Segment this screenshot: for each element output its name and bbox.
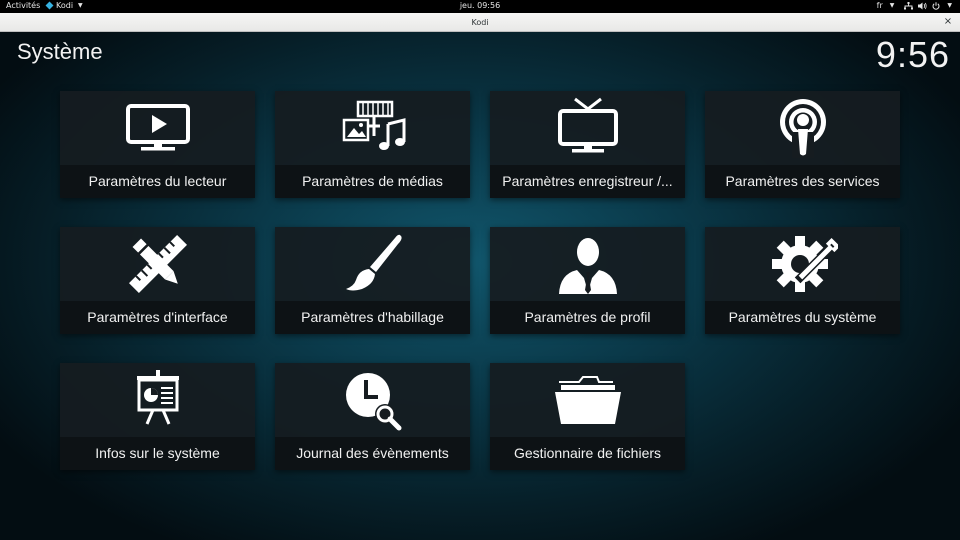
- window-titlebar[interactable]: Kodi ×: [0, 13, 960, 32]
- chevron-down-icon: ▼: [889, 2, 895, 9]
- tile-file-manager[interactable]: Gestionnaire de fichiers: [490, 363, 685, 470]
- window-title: Kodi: [471, 18, 489, 27]
- tile-label: Gestionnaire de fichiers: [490, 437, 685, 470]
- tile-recorder-settings[interactable]: Paramètres enregistreur /...: [490, 91, 685, 198]
- tile-label: Paramètres du système: [705, 301, 900, 334]
- folder-icon: [554, 376, 621, 424]
- tile-system-info[interactable]: Infos sur le système: [60, 363, 255, 470]
- page-title: Système: [17, 39, 103, 64]
- activities-button[interactable]: Activités: [6, 1, 40, 10]
- language-label: fr: [876, 1, 883, 10]
- tile-system-settings[interactable]: Paramètres du système: [705, 227, 900, 334]
- volume-icon: [918, 2, 927, 9]
- tile-label: Paramètres de médias: [275, 165, 470, 198]
- chevron-down-icon: ▼: [947, 2, 952, 9]
- gear-wrench-icon: [771, 236, 838, 292]
- media-icon: [342, 100, 405, 150]
- network-icon: [904, 1, 914, 9]
- tv-play-icon: [125, 104, 190, 151]
- tile-player-settings[interactable]: Paramètres du lecteur: [60, 91, 255, 198]
- tile-event-log[interactable]: Journal des évènements: [275, 363, 470, 470]
- tile-label: Paramètres d'interface: [60, 301, 255, 334]
- tile-interface-settings[interactable]: Paramètres d'interface: [60, 227, 255, 334]
- top-bar: Activités Kodi ▼ jeu. 09:56 fr ▼ ▼: [0, 0, 960, 13]
- pencil-ruler-icon: [128, 235, 187, 293]
- tile-label: Infos sur le système: [60, 437, 255, 470]
- power-icon: [932, 1, 940, 10]
- presentation-icon: [136, 370, 179, 425]
- kodi-icon: [45, 1, 54, 10]
- tile-label: Paramètres enregistreur /...: [490, 165, 685, 198]
- chevron-down-icon: ▼: [78, 2, 83, 9]
- tile-profile-settings[interactable]: Paramètres de profil: [490, 227, 685, 334]
- tile-service-settings[interactable]: Paramètres des services: [705, 91, 900, 198]
- app-menu-label: Kodi: [56, 1, 74, 10]
- tile-label: Journal des évènements: [275, 437, 470, 470]
- paintbrush-icon: [345, 234, 402, 291]
- tile-label: Paramètres d'habillage: [275, 301, 470, 334]
- tv-antenna-icon: [557, 97, 618, 153]
- kodi-clock: 9:56: [875, 34, 950, 75]
- tile-media-settings[interactable]: Paramètres de médias: [275, 91, 470, 198]
- clock-search-icon: [345, 373, 401, 431]
- language-menu[interactable]: fr ▼: [877, 1, 895, 10]
- tile-label: Paramètres du lecteur: [60, 165, 255, 198]
- tile-label: Paramètres de profil: [490, 301, 685, 334]
- close-window-button[interactable]: ×: [942, 16, 954, 28]
- tile-skin-settings[interactable]: Paramètres d'habillage: [275, 227, 470, 334]
- status-menu[interactable]: ▼: [904, 1, 952, 10]
- user-icon: [558, 238, 617, 294]
- kodi-main: Système 9:56 Paramètres du lecteur Param…: [0, 32, 960, 540]
- system-clock[interactable]: jeu. 09:56: [460, 1, 500, 10]
- podcast-icon: [779, 99, 826, 158]
- app-menu[interactable]: Kodi ▼: [45, 1, 83, 10]
- tile-label: Paramètres des services: [705, 165, 900, 198]
